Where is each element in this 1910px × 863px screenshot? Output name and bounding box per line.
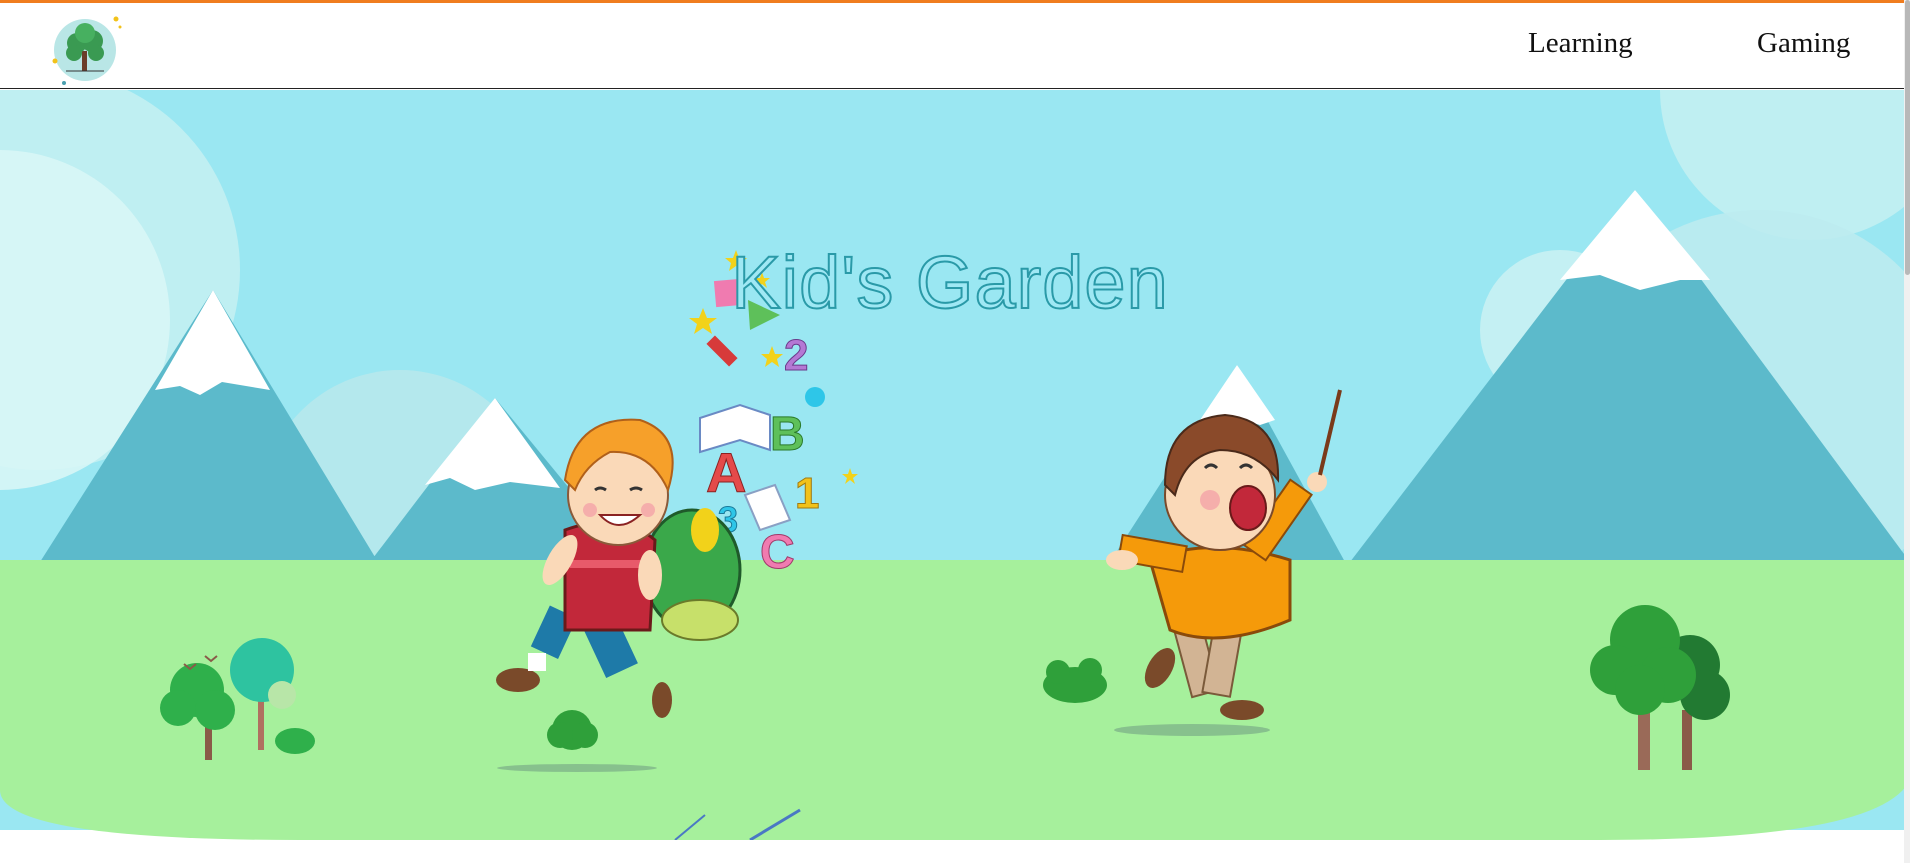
top-navigation-bar: Learning Gaming — [0, 0, 1910, 89]
nav-gaming-link[interactable]: Gaming — [1757, 27, 1850, 60]
hero-title: Kid's Garden — [730, 240, 1169, 325]
svg-text:B: B — [770, 408, 805, 461]
svg-text:C: C — [760, 526, 795, 579]
tree-logo-icon[interactable] — [52, 15, 122, 85]
svg-text:A: A — [706, 441, 746, 504]
svg-text:2: 2 — [784, 331, 808, 380]
hero-banner: 2 B A 1 3 C Kid's Garden — [0, 0, 1910, 842]
svg-text:1: 1 — [795, 469, 819, 518]
nav-learning-link[interactable]: Learning — [1528, 27, 1633, 60]
hero-illustration: 2 B A 1 3 C — [0, 0, 1910, 842]
scrollbar-thumb[interactable] — [1905, 0, 1910, 275]
